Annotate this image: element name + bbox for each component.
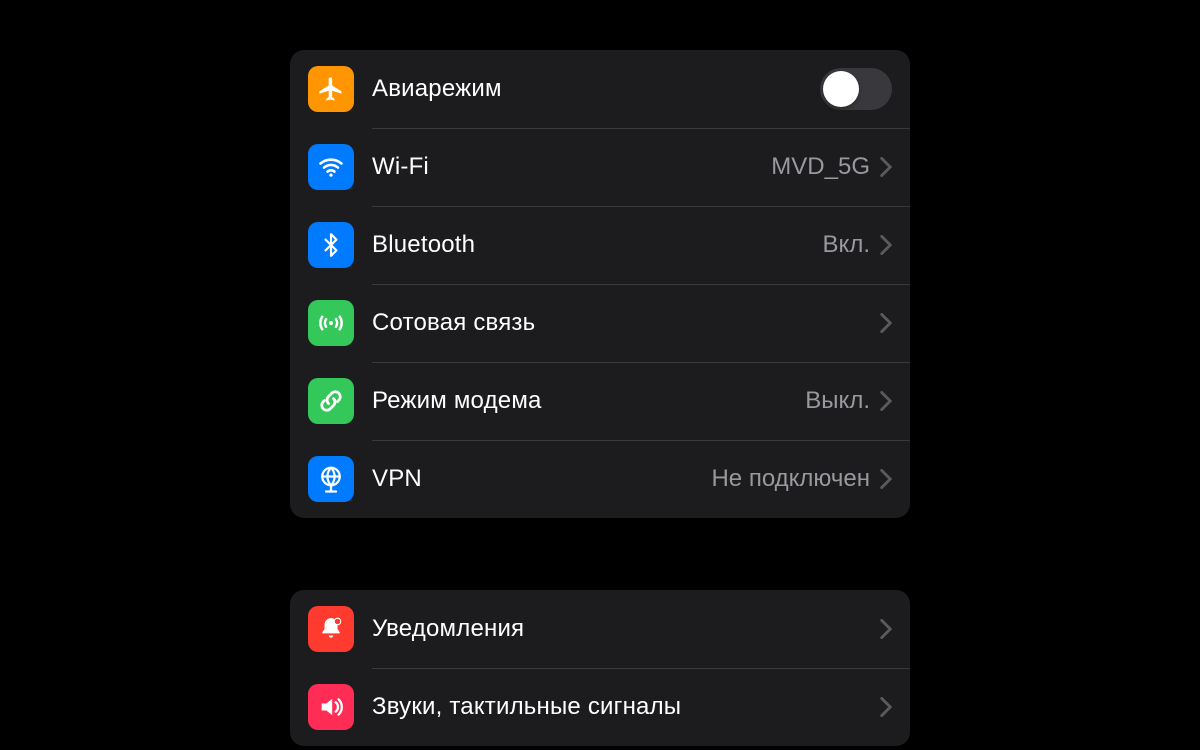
settings-group-notifications: Уведомления Звуки, тактильные сигналы (290, 590, 910, 746)
wifi-icon (308, 144, 354, 190)
row-cellular[interactable]: Сотовая связь (290, 284, 910, 362)
divider (372, 362, 910, 363)
bell-icon (308, 606, 354, 652)
globe-icon (308, 456, 354, 502)
row-label: Wi-Fi (372, 153, 771, 181)
row-sounds[interactable]: Звуки, тактильные сигналы (290, 668, 910, 746)
chevron-right-icon (880, 697, 892, 717)
row-label: Уведомления (372, 615, 880, 643)
chevron-right-icon (880, 313, 892, 333)
row-label: Авиарежим (372, 75, 820, 103)
row-value: Не подключен (711, 465, 870, 493)
row-hotspot[interactable]: Режим модема Выкл. (290, 362, 910, 440)
row-value: MVD_5G (771, 153, 870, 181)
divider (372, 284, 910, 285)
airplane-icon (308, 66, 354, 112)
row-label: VPN (372, 465, 711, 493)
row-notifications[interactable]: Уведомления (290, 590, 910, 668)
divider (372, 668, 910, 669)
row-label: Звуки, тактильные сигналы (372, 693, 880, 721)
speaker-icon (308, 684, 354, 730)
chevron-right-icon (880, 391, 892, 411)
row-vpn[interactable]: VPN Не подключен (290, 440, 910, 518)
row-value: Вкл. (823, 231, 870, 259)
toggle-knob (823, 71, 859, 107)
divider (372, 206, 910, 207)
row-label: Режим модема (372, 387, 805, 415)
divider (372, 440, 910, 441)
bluetooth-icon (308, 222, 354, 268)
airplane-mode-toggle[interactable] (820, 68, 892, 110)
chevron-right-icon (880, 157, 892, 177)
chevron-right-icon (880, 619, 892, 639)
row-value: Выкл. (805, 387, 870, 415)
row-bluetooth[interactable]: Bluetooth Вкл. (290, 206, 910, 284)
row-wifi[interactable]: Wi-Fi MVD_5G (290, 128, 910, 206)
chevron-right-icon (880, 469, 892, 489)
link-icon (308, 378, 354, 424)
chevron-right-icon (880, 235, 892, 255)
divider (372, 128, 910, 129)
antenna-icon (308, 300, 354, 346)
row-label: Сотовая связь (372, 309, 880, 337)
row-airplane-mode[interactable]: Авиарежим (290, 50, 910, 128)
settings-group-connectivity: Авиарежим Wi-Fi MVD_5G Bluetooth Вкл. Со… (290, 50, 910, 518)
row-label: Bluetooth (372, 231, 823, 259)
